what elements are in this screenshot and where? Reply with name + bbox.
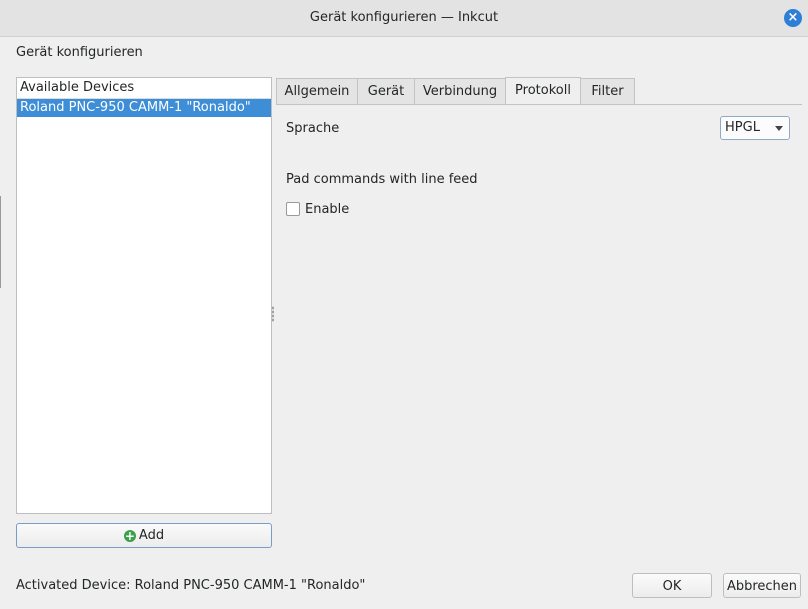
chevron-down-icon [775, 126, 783, 131]
ok-button[interactable]: OK [632, 573, 712, 598]
add-button-label: Add [138, 528, 165, 543]
tab-allgemein[interactable]: Allgemein [276, 78, 358, 104]
device-list[interactable]: Available Devices Roland PNC-950 CAMM-1 … [16, 77, 272, 514]
activated-device-status: Activated Device: Roland PNC-950 CAMM-1 … [16, 578, 366, 593]
window-title: Gerät konfigurieren — Inkcut [309, 10, 499, 25]
tab-divider [276, 104, 802, 105]
plus-icon: + [123, 529, 136, 543]
language-select-value: HPGL [725, 120, 760, 135]
dialog-heading: Gerät konfigurieren [16, 45, 143, 60]
language-label: Sprache [286, 121, 340, 136]
language-select[interactable]: HPGL [720, 116, 790, 140]
splitter-handle[interactable] [272, 306, 274, 322]
enable-checkbox[interactable] [286, 202, 300, 216]
tab-geraet[interactable]: Gerät [357, 78, 415, 104]
background-edge [0, 196, 4, 288]
pad-commands-label: Pad commands with line feed [286, 172, 478, 187]
close-button[interactable]: × [784, 9, 802, 27]
enable-label[interactable]: Enable [305, 202, 349, 217]
tab-verbindung[interactable]: Verbindung [414, 78, 506, 104]
add-device-button[interactable]: + Add [16, 523, 272, 548]
title-bar: Gerät konfigurieren — Inkcut × [0, 0, 808, 37]
tab-protokoll[interactable]: Protokoll [505, 77, 581, 105]
tab-filter[interactable]: Filter [580, 78, 635, 104]
device-list-item[interactable]: Roland PNC-950 CAMM-1 "Ronaldo" [17, 99, 271, 117]
cancel-button[interactable]: Abbrechen [723, 573, 801, 598]
device-list-header: Available Devices [17, 78, 271, 99]
close-icon: × [787, 10, 799, 25]
